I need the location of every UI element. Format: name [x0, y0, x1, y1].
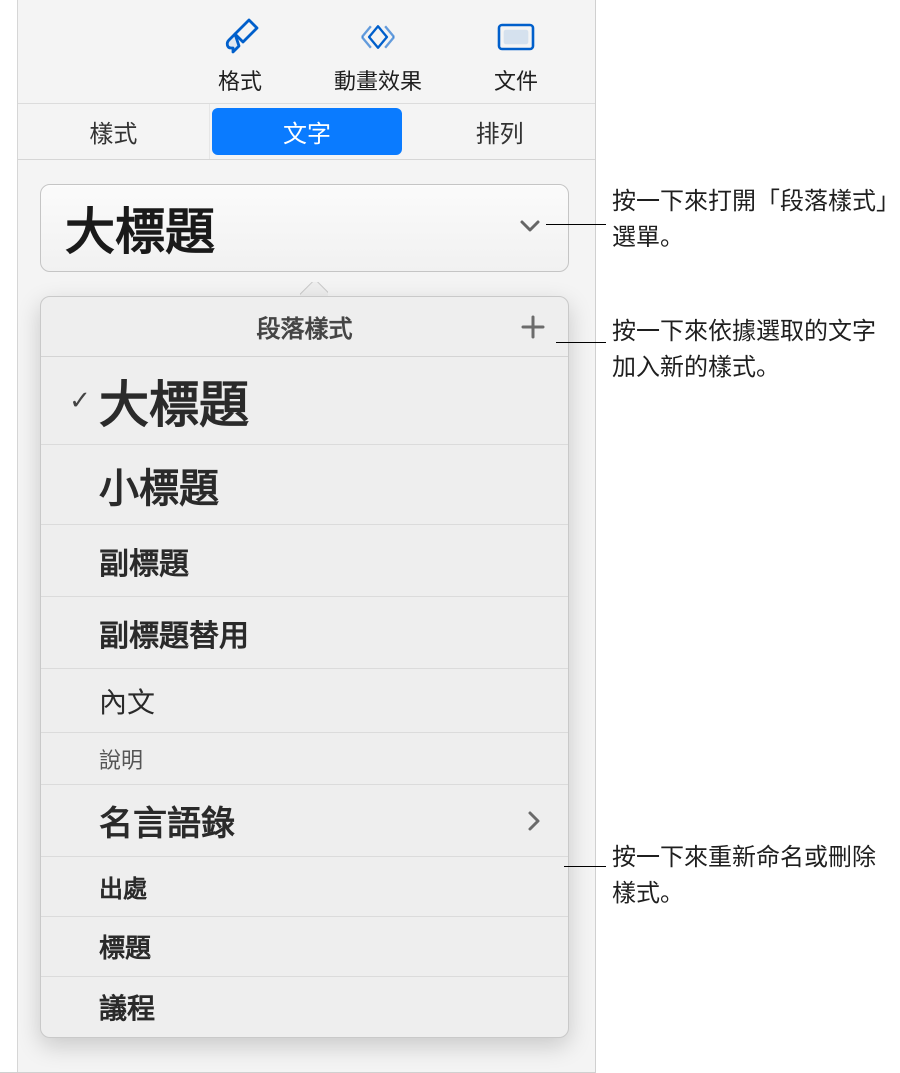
style-row-big-title[interactable]: ✓ 大標題: [41, 357, 568, 445]
diamond-icon: [353, 12, 403, 62]
paragraph-style-button[interactable]: 大標題: [40, 184, 569, 272]
callout-rename-delete: 按一下來重新命名或刪除樣式。: [612, 840, 892, 912]
style-row-small-title[interactable]: 小標題: [41, 445, 568, 525]
paragraph-style-popover: 段落樣式 ✓ 大標題 小標題 副標題 副標題替用: [40, 296, 569, 1038]
add-style-button[interactable]: [516, 310, 550, 344]
style-row-body[interactable]: 內文: [41, 669, 568, 733]
popover-header: 段落樣式: [41, 297, 568, 357]
toolbar-format[interactable]: 格式: [185, 12, 295, 96]
paintbrush-icon: [215, 12, 265, 62]
style-row-quote[interactable]: 名言語錄: [41, 785, 568, 857]
style-row-heading[interactable]: 標題: [41, 917, 568, 977]
tab-arrange[interactable]: 排列: [404, 104, 595, 159]
inspector-toolbar: 格式 動畫效果 文件: [18, 0, 595, 104]
callout-leader-line: [546, 224, 606, 225]
chevron-down-icon: [516, 212, 544, 245]
inspector-panel: 格式 動畫效果 文件: [0, 0, 596, 1073]
style-row-label: 副標題: [99, 539, 550, 583]
style-row-caption[interactable]: 說明: [41, 733, 568, 785]
toolbar-document[interactable]: 文件: [461, 12, 571, 96]
style-row-label: 大標題: [99, 365, 550, 437]
checkmark-icon: ✓: [61, 385, 99, 416]
toolbar-animation[interactable]: 動畫效果: [323, 12, 433, 96]
style-row-subtitle-alt[interactable]: 副標題替用: [41, 597, 568, 669]
style-row-label: 議程: [99, 987, 550, 1027]
style-row-label: 小標題: [99, 456, 550, 514]
style-row-label: 說明: [99, 743, 550, 775]
toolbar-format-label: 格式: [218, 64, 262, 96]
style-row-source[interactable]: 出處: [41, 857, 568, 917]
style-row-label: 內文: [99, 681, 550, 721]
paragraph-style-current: 大標題: [65, 192, 215, 264]
toolbar-document-label: 文件: [494, 64, 538, 96]
style-row-agenda[interactable]: 議程: [41, 977, 568, 1037]
popover-title: 段落樣式: [257, 309, 353, 344]
document-icon: [491, 12, 541, 62]
chevron-right-icon[interactable]: [518, 809, 550, 833]
tab-style[interactable]: 樣式: [18, 104, 210, 159]
style-row-label: 名言語錄: [99, 796, 518, 845]
paragraph-style-picker: 大標題: [40, 184, 569, 272]
callout-open-menu: 按一下來打開「段落樣式」選單。: [612, 184, 892, 256]
style-row-label: 出處: [99, 869, 550, 904]
style-row-subtitle[interactable]: 副標題: [41, 525, 568, 597]
style-row-label: 標題: [99, 928, 550, 965]
callout-leader-line: [564, 866, 606, 867]
callout-leader-line: [556, 342, 606, 343]
panel-left-gutter: [0, 0, 18, 1072]
callout-add-style: 按一下來依據選取的文字加入新的樣式。: [612, 314, 892, 386]
inspector-tabs: 樣式 文字 排列: [18, 104, 595, 160]
style-row-label: 副標題替用: [99, 611, 550, 655]
popover-arrow: [300, 282, 328, 296]
toolbar-animation-label: 動畫效果: [334, 64, 422, 96]
tab-text[interactable]: 文字: [212, 108, 403, 155]
paragraph-style-list: ✓ 大標題 小標題 副標題 副標題替用 內文 說明: [41, 357, 568, 1037]
